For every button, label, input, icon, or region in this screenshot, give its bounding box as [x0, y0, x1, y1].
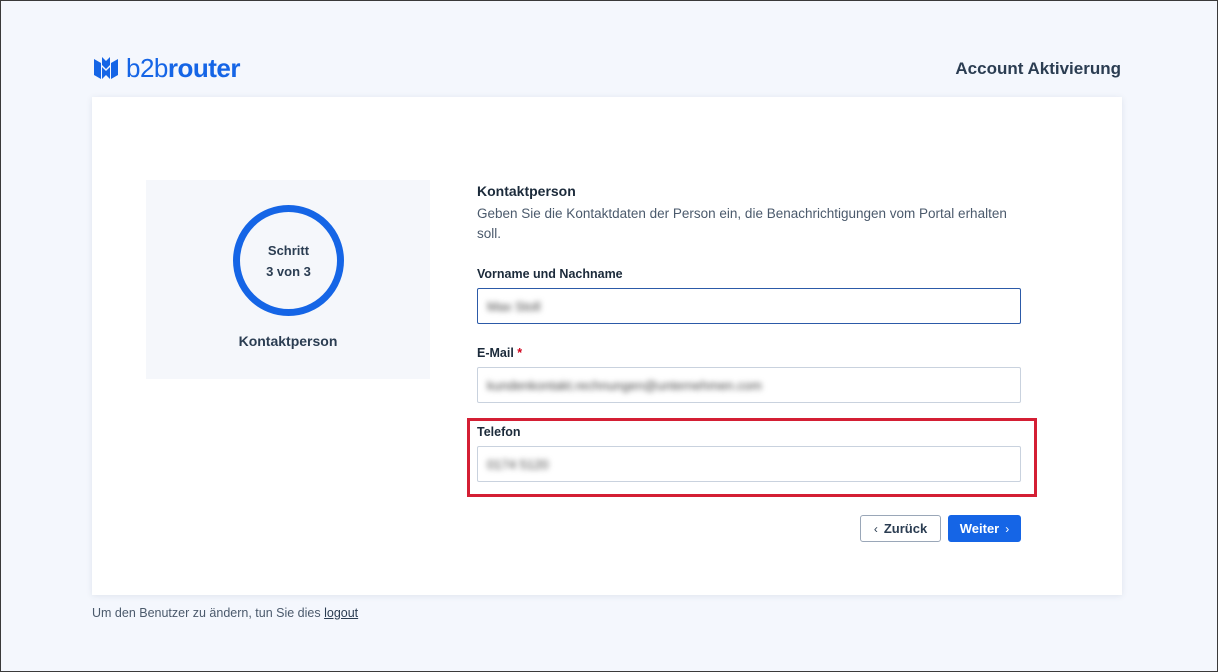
logout-link[interactable]: logout [324, 606, 358, 620]
email-label: E-Mail * [477, 346, 522, 360]
brand-bold: router [167, 53, 241, 83]
chevron-right-icon: › [1005, 521, 1010, 536]
name-label: Vorname und Nachname [477, 267, 623, 281]
page-frame: b2brouter Account Aktivierung Schritt 3 … [0, 0, 1218, 672]
activation-card: Schritt 3 von 3 Kontaktperson Kontaktper… [92, 97, 1122, 595]
page-title: Account Aktivierung [955, 59, 1121, 78]
email-input[interactable]: kundenkontakt.rechnungen@unternehmen.com [477, 367, 1021, 403]
footer-note: Um den Benutzer zu ändern, tun Sie dies … [92, 606, 358, 620]
next-button[interactable]: Weiter › [948, 515, 1021, 542]
step-label: Kontaktperson [238, 333, 338, 349]
step-word: Schritt [267, 242, 310, 258]
required-marker: * [517, 346, 523, 360]
name-value: Max Stoll [487, 298, 541, 314]
name-input[interactable]: Max Stoll [477, 288, 1021, 324]
back-button-label: Zurück [883, 521, 928, 536]
chevron-left-icon: ‹ [873, 521, 878, 536]
step-progress: 3 von 3 [266, 263, 311, 279]
form-description: Geben Sie die Kontaktdaten der Person ei… [477, 206, 1007, 241]
step-panel: Schritt 3 von 3 Kontaktperson [146, 180, 430, 379]
form-title: Kontaktperson [477, 183, 576, 199]
next-button-label: Weiter [959, 521, 1000, 536]
phone-field-highlight [467, 418, 1037, 497]
brand-light: b2b [126, 53, 168, 83]
contact-form: Kontaktperson Geben Sie die Kontaktdaten… [477, 183, 1021, 482]
email-value: kundenkontakt.rechnungen@unternehmen.com [487, 377, 762, 393]
back-button[interactable]: ‹ Zurück [860, 515, 941, 542]
step-progress-ring: Schritt 3 von 3 [233, 205, 344, 316]
logo-icon [92, 54, 120, 82]
email-label-text: E-Mail [477, 346, 514, 360]
brand-wordmark: b2brouter [126, 53, 241, 83]
footer-text: Um den Benutzer zu ändern, tun Sie dies [92, 606, 321, 620]
brand-logo[interactable]: b2brouter [92, 53, 241, 83]
